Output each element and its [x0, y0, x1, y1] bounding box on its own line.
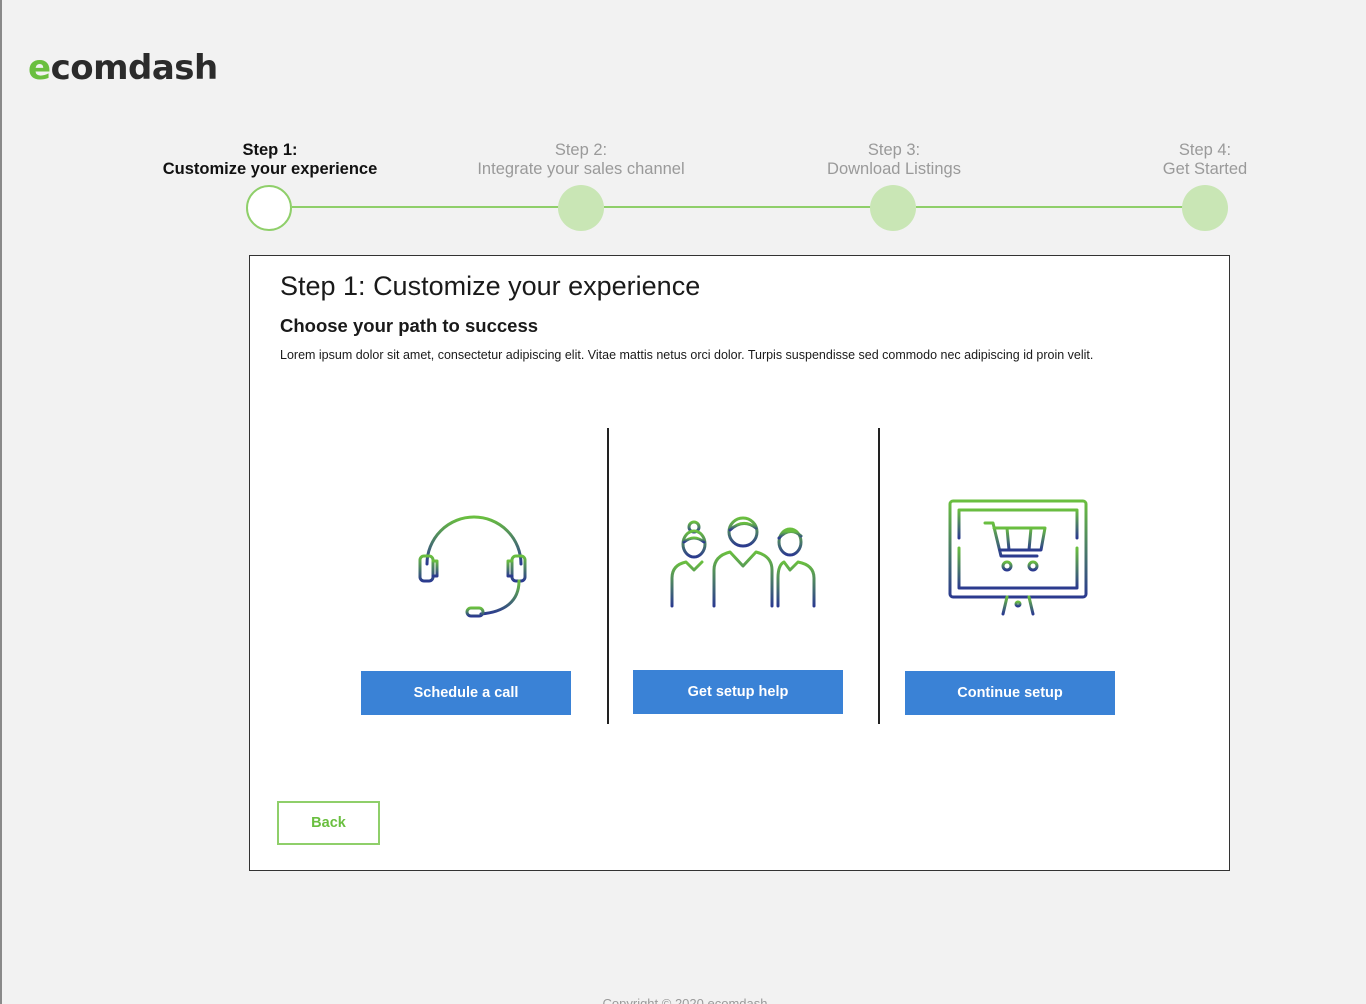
- continue-setup-button[interactable]: Continue setup: [905, 671, 1115, 715]
- footer-copyright: Copyright © 2020 ecomdash: [602, 996, 768, 1004]
- step-1-title: Customize your experience: [162, 160, 378, 178]
- step-2-label: Step 2: Integrate your sales channel: [477, 141, 684, 179]
- step-3-title: Download Listings: [827, 160, 961, 178]
- option-divider-1: [607, 428, 609, 724]
- step-4-circle[interactable]: [1182, 185, 1228, 231]
- back-button[interactable]: Back: [277, 801, 380, 845]
- step-3-circle[interactable]: [870, 185, 916, 231]
- step-3-number: Step 3:: [867, 141, 921, 159]
- step-3-label: Step 3: Download Listings: [827, 141, 961, 179]
- step-4-number: Step 4:: [1178, 141, 1232, 159]
- step-4-label: Step 4: Get Started: [1163, 141, 1247, 179]
- get-setup-help-button[interactable]: Get setup help: [633, 670, 843, 714]
- progress-stepper: Step 1: Customize your experience Step 2…: [2, 0, 1366, 240]
- schedule-call-button[interactable]: Schedule a call: [361, 671, 571, 715]
- step-1-circle[interactable]: [246, 185, 292, 231]
- step-1-label: Step 1: Customize your experience: [163, 141, 378, 179]
- step-connector-2: [604, 206, 894, 208]
- step-connector-3: [916, 206, 1206, 208]
- step-1-number: Step 1:: [242, 141, 298, 159]
- step-2-number: Step 2:: [554, 141, 608, 159]
- step-4-title: Get Started: [1162, 160, 1248, 178]
- card-title: Step 1: Customize your experience: [280, 271, 701, 301]
- step-2-circle[interactable]: [558, 185, 604, 231]
- step-2-title: Integrate your sales channel: [477, 160, 685, 178]
- card-description: Lorem ipsum dolor sit amet, consectetur …: [280, 348, 1094, 362]
- team-icon: [670, 516, 816, 608]
- monitor-cart-icon: [948, 499, 1088, 618]
- headset-icon: [418, 515, 527, 618]
- option-divider-2: [878, 428, 880, 724]
- setup-card: Step 1: Customize your experience Choose…: [249, 255, 1230, 871]
- step-connector-1: [292, 206, 582, 208]
- card-subtitle: Choose your path to success: [280, 315, 539, 336]
